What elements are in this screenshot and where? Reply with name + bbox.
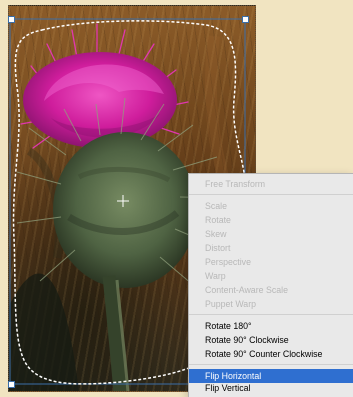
menu-item-perspective: Perspective	[205, 257, 251, 267]
thistle-stem	[102, 275, 130, 391]
menu-item-rotate-90-counter-clockwise[interactable]: Rotate 90° Counter Clockwise	[189, 347, 353, 361]
free-transform-section: Free Transform	[189, 174, 353, 191]
top-left-transform-handle[interactable]	[8, 16, 15, 23]
top-right-transform-handle[interactable]	[242, 16, 249, 23]
menu-item-flip-horizontal[interactable]: Flip Horizontal	[189, 369, 353, 383]
thistle-flower	[20, 23, 189, 149]
flip-section: Flip Horizontal Flip Vertical	[189, 367, 353, 393]
menu-separator	[189, 314, 353, 315]
menu-separator	[189, 194, 353, 195]
menu-item-puppet-warp: Puppet Warp	[205, 299, 257, 309]
menu-item-content-aware-scale: Content-Aware Scale	[205, 285, 288, 295]
bottom-left-transform-handle[interactable]	[8, 381, 15, 388]
menu-item-rotate-180[interactable]: Rotate 180°	[189, 319, 353, 333]
menu-item-rotate-90-clockwise[interactable]: Rotate 90° Clockwise	[189, 333, 353, 347]
menu-separator	[189, 364, 353, 365]
rotate-section: Rotate 180° Rotate 90° Clockwise Rotate …	[189, 317, 353, 361]
transform-disabled-section: Scale Rotate Skew Distort Perspective Wa…	[189, 197, 353, 311]
menu-item-flip-vertical[interactable]: Flip Vertical	[189, 383, 353, 393]
menu-item-free-transform: Free Transform	[205, 179, 266, 189]
menu-item-skew: Skew	[205, 229, 227, 239]
menu-item-warp: Warp	[205, 271, 226, 281]
menu-item-scale: Scale	[205, 201, 228, 211]
menu-item-distort: Distort	[205, 243, 231, 253]
transform-context-menu[interactable]: Free Transform Scale Rotate Skew Distort…	[188, 173, 353, 397]
menu-item-rotate: Rotate	[205, 215, 231, 225]
photoshop-canvas: Free Transform Scale Rotate Skew Distort…	[0, 0, 353, 397]
